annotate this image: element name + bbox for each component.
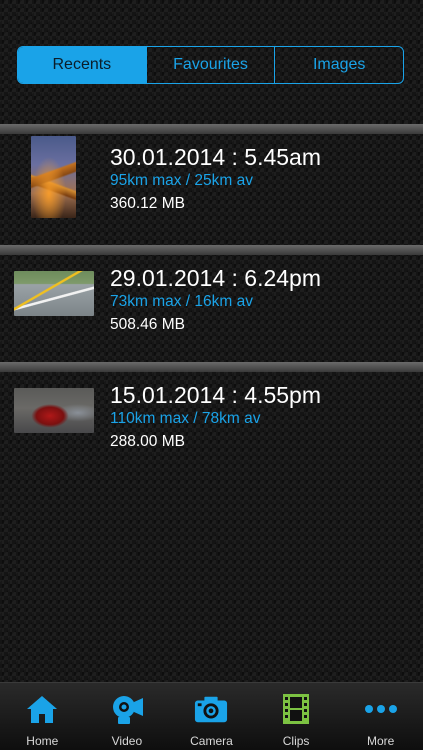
segment-favourites[interactable]: Favourites	[145, 47, 275, 83]
recording-date: 30.01.2014 : 5.45am	[110, 144, 321, 170]
row-separator-bar	[0, 124, 423, 134]
row-separator-bar	[0, 362, 423, 372]
tab-label: More	[367, 734, 395, 748]
recording-row[interactable]: 30.01.2014 : 5.45am 95km max / 25km av 3…	[0, 124, 423, 234]
recording-speed: 110km max / 78km av	[110, 410, 261, 427]
more-dots-icon	[364, 693, 398, 725]
recording-size: 360.12 MB	[110, 195, 185, 212]
recording-thumbnail	[31, 136, 76, 218]
tab-label: Clips	[282, 734, 310, 748]
recording-speed: 95km max / 25km av	[110, 172, 253, 189]
tab-label: Home	[26, 734, 59, 748]
recording-row[interactable]: 29.01.2014 : 6.24pm 73km max / 16km av 5…	[0, 245, 423, 355]
recording-date: 29.01.2014 : 6.24pm	[110, 265, 321, 291]
tab-bar: Home Video Camera Clips More	[0, 682, 423, 750]
tab-label: Camera	[190, 734, 233, 748]
segmented-control: Recents Favourites Images	[17, 46, 404, 84]
video-camera-icon	[110, 693, 144, 725]
house-icon	[25, 693, 59, 725]
recording-size: 288.00 MB	[110, 433, 185, 450]
recording-thumbnail	[14, 271, 94, 316]
tab-label: Video	[111, 734, 143, 748]
recording-size: 508.46 MB	[110, 316, 185, 333]
recording-thumbnail	[14, 388, 94, 433]
recording-row[interactable]: 15.01.2014 : 4.55pm 110km max / 78km av …	[0, 362, 423, 472]
segment-images[interactable]: Images	[274, 47, 403, 83]
tab-camera[interactable]: Camera	[169, 683, 254, 750]
segment-recents[interactable]: Recents	[18, 47, 146, 83]
camera-icon	[194, 693, 228, 725]
tab-more[interactable]: More	[338, 683, 423, 750]
tab-home[interactable]: Home	[0, 683, 85, 750]
film-strip-icon	[279, 693, 313, 725]
tab-clips[interactable]: Clips	[254, 683, 339, 750]
recording-speed: 73km max / 16km av	[110, 293, 253, 310]
recording-date: 15.01.2014 : 4.55pm	[110, 382, 321, 408]
tab-video[interactable]: Video	[85, 683, 170, 750]
row-separator-bar	[0, 245, 423, 255]
